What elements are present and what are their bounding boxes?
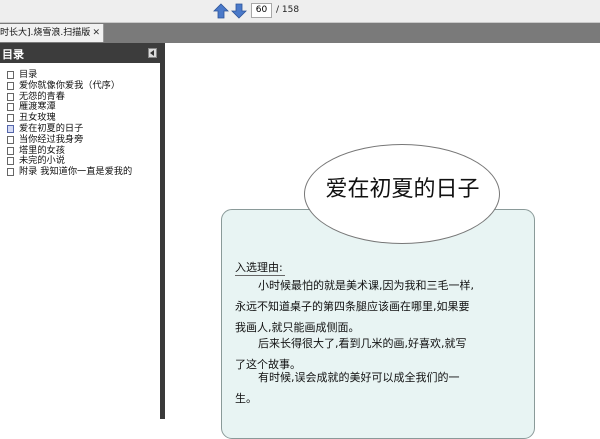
page-icon xyxy=(7,92,14,101)
previous-page-button[interactable] xyxy=(213,3,229,19)
current-page-icon xyxy=(7,124,14,133)
tab-bar: 时长大].烧雪浪.扫描版 ✕ xyxy=(0,23,600,43)
outline-header: 目录 xyxy=(0,43,160,63)
page-icon xyxy=(7,168,14,177)
outline-title: 目录 xyxy=(2,48,24,61)
page-icon xyxy=(7,157,14,166)
tab-title: 时长大].烧雪浪.扫描版 xyxy=(0,28,91,38)
next-page-button[interactable] xyxy=(231,3,247,19)
page-icon xyxy=(7,146,14,155)
outline-panel: 目录 目录 爱你就像你爱我（代序） 无怨的青春 雁渡寒潭 丑女玫瑰 爱在初夏的日… xyxy=(0,43,160,419)
close-icon[interactable]: ✕ xyxy=(92,24,100,42)
page-icon xyxy=(7,114,14,123)
document-tab[interactable]: 时长大].烧雪浪.扫描版 ✕ xyxy=(0,24,104,42)
page-icon xyxy=(7,81,14,90)
collapse-panel-button[interactable] xyxy=(148,48,157,58)
chapter-title: 爱在初夏的日子 xyxy=(325,177,480,202)
arrow-up-icon xyxy=(213,3,229,19)
paragraph: 小时候最怕的就是美术课,因为我和三毛一样,永远不知道桌子的第四条腿应该画在哪里,… xyxy=(235,279,474,334)
arrow-down-icon xyxy=(231,3,247,19)
page-icon xyxy=(7,135,14,144)
paragraph: 有时候,误会成就的美好可以成全我们的一生。 xyxy=(235,371,460,405)
document-page: 爱在初夏的日子 入选理由: 小时候最怕的就是美术课,因为我和三毛一样,永远不知道… xyxy=(165,43,600,439)
page-icon xyxy=(7,103,14,112)
toolbar: / 158 xyxy=(0,0,600,23)
page-total: / 158 xyxy=(276,5,300,15)
page-icon xyxy=(7,71,14,79)
page-number-input[interactable] xyxy=(251,3,272,18)
reason-label: 入选理由: xyxy=(235,261,283,274)
